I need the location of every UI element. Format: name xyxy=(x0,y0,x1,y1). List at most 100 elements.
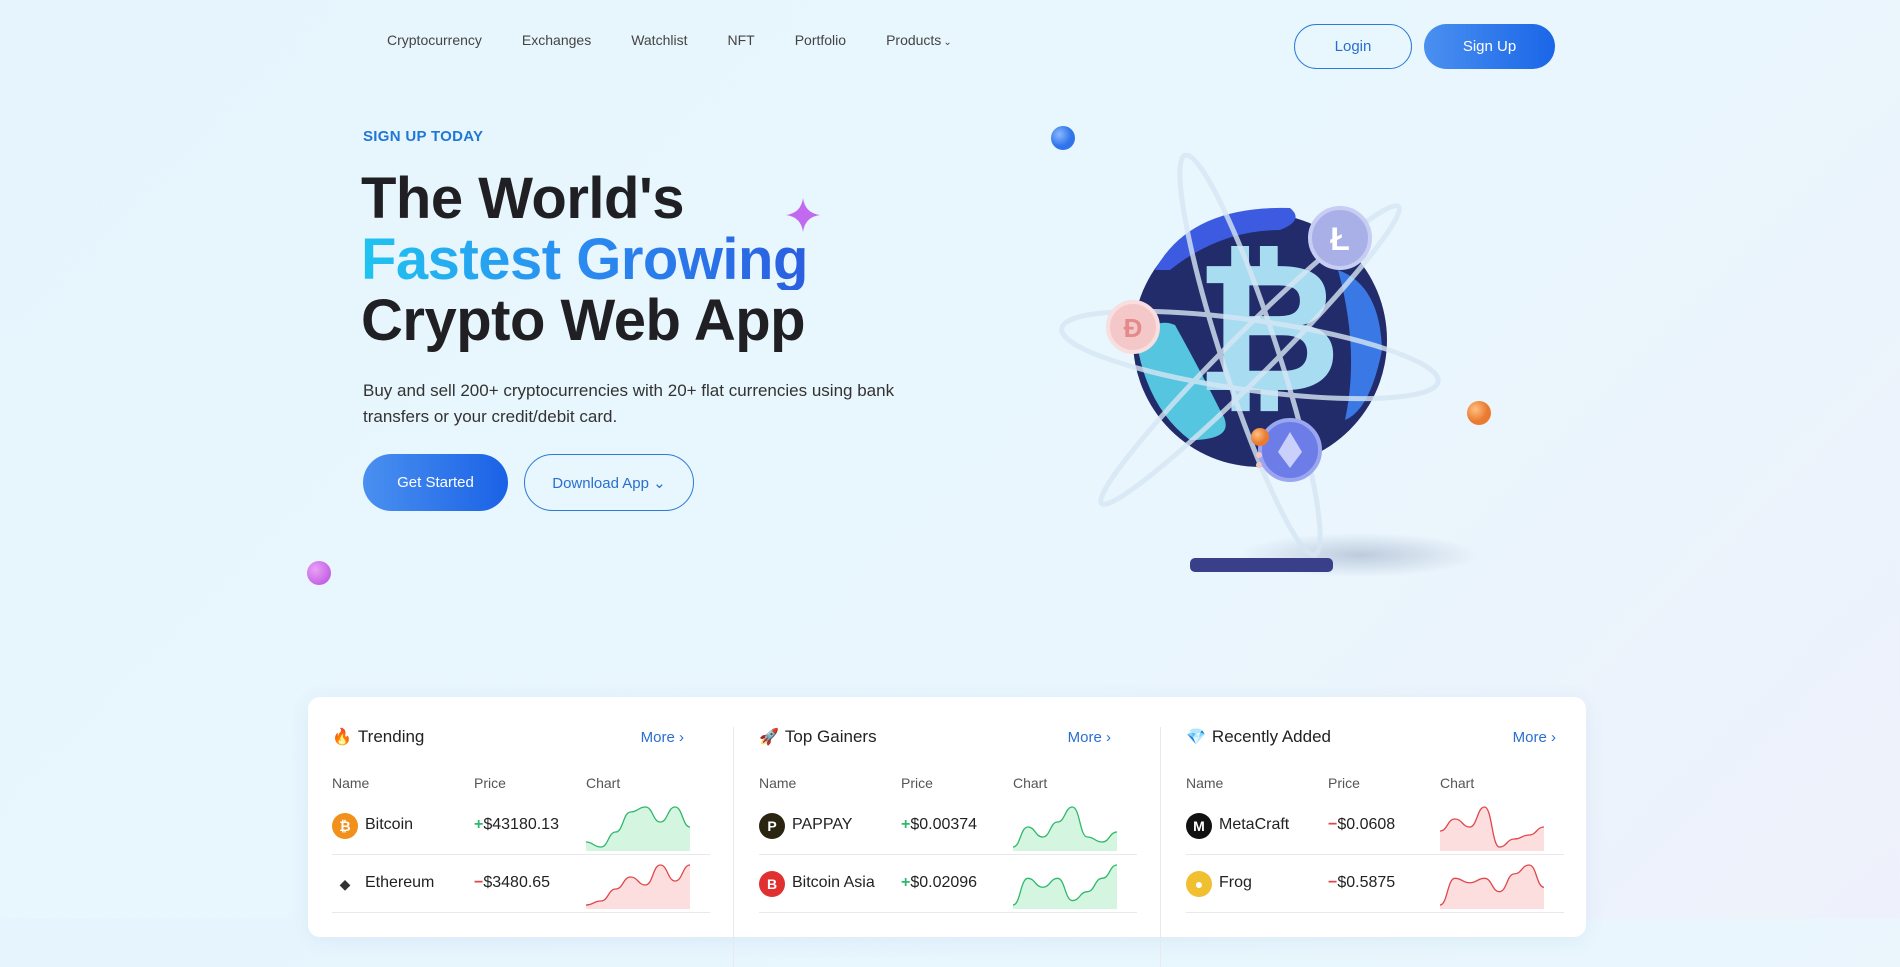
price-value: $0.02096 xyxy=(910,874,978,891)
more-label: More xyxy=(1512,729,1547,746)
coin-logo-icon: ₿ xyxy=(332,813,358,839)
coin-logo-icon: M xyxy=(1186,813,1212,839)
price-change-sign: − xyxy=(1328,816,1338,833)
coin-logo-icon: P xyxy=(759,813,785,839)
panel-title: 🚀 Top Gainers xyxy=(759,727,877,747)
nav-portfolio[interactable]: Portfolio xyxy=(795,32,846,48)
panel-title: 💎 Recently Added xyxy=(1186,727,1331,747)
chevron-right-icon: › xyxy=(1106,729,1111,746)
header-name: Name xyxy=(332,775,370,791)
coin-price: +$43180.13 xyxy=(474,816,559,834)
header-price: Price xyxy=(1328,775,1360,791)
chevron-right-icon: › xyxy=(1551,729,1556,746)
download-app-label: Download App xyxy=(552,474,649,492)
download-app-button[interactable]: Download App ⌄ xyxy=(524,454,694,511)
sparkline-chart xyxy=(1440,806,1544,851)
price-value: $43180.13 xyxy=(483,816,559,833)
chevron-down-icon: ⌄ xyxy=(943,37,952,48)
coin-row[interactable]: B Bitcoin Asia +$0.02096 xyxy=(759,855,1137,913)
sparkline-area xyxy=(1440,865,1544,909)
nav-nft[interactable]: NFT xyxy=(727,32,754,48)
coin-logo-icon: B xyxy=(759,871,785,897)
coin-price: −$3480.65 xyxy=(474,874,550,892)
header-price: Price xyxy=(474,775,506,791)
header-chart: Chart xyxy=(1440,775,1475,791)
nav-products-label: Products xyxy=(886,32,942,48)
signup-button[interactable]: Sign Up xyxy=(1424,24,1555,69)
price-value: $0.5875 xyxy=(1337,874,1396,891)
coin-price: +$0.00374 xyxy=(901,816,977,834)
coin-row[interactable]: ₿ Bitcoin +$43180.13 xyxy=(332,797,710,855)
svg-text:Đ: Đ xyxy=(1124,313,1143,343)
main-nav: Cryptocurrency Exchanges Watchlist NFT P… xyxy=(387,32,992,48)
price-change-sign: + xyxy=(901,816,911,833)
header-name: Name xyxy=(1186,775,1224,791)
more-label: More xyxy=(640,729,675,746)
fire-icon: 🔥 xyxy=(332,729,352,746)
price-change-sign: − xyxy=(1328,874,1338,891)
nav-exchanges[interactable]: Exchanges xyxy=(522,32,591,48)
coin-logo-icon: ● xyxy=(1186,871,1212,897)
coin-price: +$0.02096 xyxy=(901,874,977,892)
hero-title-line3: Crypto Web App xyxy=(361,288,806,353)
sparkle-icon xyxy=(786,198,820,232)
svg-text:Ł: Ł xyxy=(1330,221,1350,257)
coin-logo-icon: ◆ xyxy=(332,871,358,897)
sparkline-chart xyxy=(1440,864,1544,909)
sparkline-chart xyxy=(586,864,690,909)
sparkline-area xyxy=(586,807,690,851)
header-name: Name xyxy=(759,775,797,791)
more-link[interactable]: More › xyxy=(1068,729,1111,746)
login-button[interactable]: Login xyxy=(1294,24,1412,69)
header-chart: Chart xyxy=(1013,775,1048,791)
market-overview-card: 🔥 Trending More › Name Price Chart ₿ Bitc… xyxy=(308,697,1586,967)
coin-row[interactable]: P PAPPAY +$0.00374 xyxy=(759,797,1137,855)
panel-title-text: Trending xyxy=(357,727,425,746)
nav-watchlist[interactable]: Watchlist xyxy=(631,32,687,48)
more-label: More xyxy=(1067,729,1102,746)
hero-title-line1: The World's xyxy=(361,166,685,231)
hero-title-line2: Fastest Growing xyxy=(361,227,808,292)
nav-cryptocurrency[interactable]: Cryptocurrency xyxy=(387,32,482,48)
chevron-down-icon: ⌄ xyxy=(653,474,666,492)
hero-description: Buy and sell 200+ cryptocurrencies with … xyxy=(363,381,895,426)
divider xyxy=(733,727,734,967)
panel-title-text: Top Gainers xyxy=(784,727,877,746)
coin-name: Ethereum xyxy=(365,874,435,891)
more-link[interactable]: More › xyxy=(641,729,684,746)
sparkline-chart xyxy=(1013,806,1117,851)
rocket-icon: 🚀 xyxy=(759,729,779,746)
price-change-sign: + xyxy=(474,816,484,833)
price-change-sign: + xyxy=(901,874,911,891)
coin-row[interactable]: ◆ Ethereum −$3480.65 xyxy=(332,855,710,913)
hero-eyebrow: SIGN UP TODAY xyxy=(363,128,484,145)
divider xyxy=(1160,727,1161,967)
price-value: $0.00374 xyxy=(910,816,978,833)
coin-row[interactable]: ● Frog −$0.5875 xyxy=(1186,855,1564,913)
price-value: $3480.65 xyxy=(483,874,551,891)
sparkline-chart xyxy=(586,806,690,851)
coin-name: Bitcoin Asia xyxy=(792,874,875,891)
diamond-icon: 💎 xyxy=(1186,729,1206,746)
sparkline-area xyxy=(586,865,690,909)
sparkline-chart xyxy=(1013,864,1117,909)
more-link[interactable]: More › xyxy=(1513,729,1556,746)
decor-dot-purple xyxy=(307,561,331,585)
panel-title-text: Recently Added xyxy=(1211,727,1332,746)
crypto-globe-illustration: ₿ Ł Đ xyxy=(1051,126,1491,577)
header-price: Price xyxy=(901,775,933,791)
coin-name: MetaCraft xyxy=(1219,816,1290,833)
coin-name: Bitcoin xyxy=(365,816,414,833)
panel-title: 🔥 Trending xyxy=(332,727,424,747)
coin-name: PAPPAY xyxy=(792,816,853,833)
hero-title: The World's Fastest Growing Crypto Web A… xyxy=(361,168,808,351)
sparkline-area xyxy=(1013,865,1117,909)
get-started-button[interactable]: Get Started xyxy=(363,454,508,511)
coin-row[interactable]: M MetaCraft −$0.0608 xyxy=(1186,797,1564,855)
nav-products[interactable]: Products ⌄ xyxy=(886,32,952,48)
price-value: $0.0608 xyxy=(1337,816,1396,833)
price-change-sign: − xyxy=(474,874,484,891)
coin-name: Frog xyxy=(1219,874,1252,891)
chevron-right-icon: › xyxy=(679,729,684,746)
header-chart: Chart xyxy=(586,775,621,791)
